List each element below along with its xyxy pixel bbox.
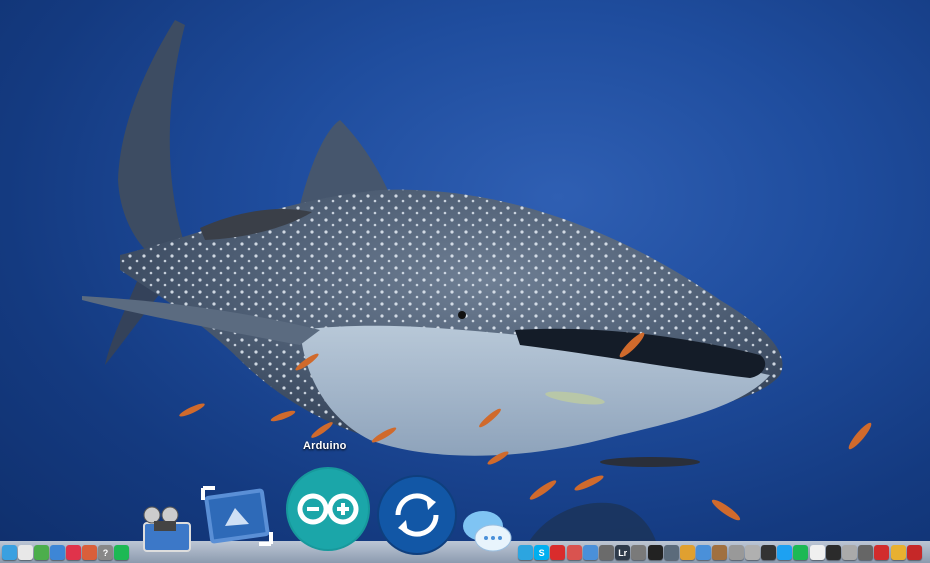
acrobat-icon[interactable]	[874, 545, 890, 560]
twitter-icon[interactable]	[777, 545, 793, 560]
app-icon-6[interactable]	[82, 545, 97, 560]
record-icon[interactable]	[550, 545, 566, 560]
arduino-icon[interactable]	[285, 466, 371, 552]
app-icon-r12[interactable]	[696, 545, 712, 560]
acrobat-icon-2[interactable]	[906, 545, 922, 560]
app-icon-r13[interactable]	[712, 545, 728, 560]
wifi-icon[interactable]	[761, 545, 776, 560]
app-icon-r4[interactable]	[566, 545, 582, 560]
app-icon-3[interactable]	[34, 545, 49, 560]
calendar-icon[interactable]	[18, 545, 33, 560]
app-icon-r11[interactable]	[680, 545, 695, 560]
notes-icon[interactable]	[809, 545, 825, 560]
app-icon-r15[interactable]	[744, 545, 760, 560]
photo-slideshow-icon[interactable]	[199, 484, 275, 548]
app-icon-r10[interactable]	[663, 545, 679, 560]
app-icon-r22[interactable]	[858, 545, 874, 560]
spotify-icon-2[interactable]	[793, 545, 809, 560]
telegram-icon[interactable]	[518, 545, 533, 560]
app-icon-r21[interactable]	[842, 545, 857, 560]
activity-monitor-icon[interactable]	[825, 545, 841, 560]
desktop-wallpaper	[0, 0, 930, 563]
app-icon-r8[interactable]	[631, 545, 647, 560]
app-icon-r5[interactable]	[582, 545, 598, 560]
app-icon-1[interactable]	[2, 545, 17, 560]
app-icon-r6[interactable]	[599, 545, 614, 560]
sync-icon[interactable]	[376, 474, 458, 556]
pocket-icon[interactable]	[66, 545, 81, 560]
movie-maker-icon[interactable]	[140, 505, 194, 555]
lightroom-icon[interactable]: Lr	[615, 545, 631, 560]
messages-icon[interactable]	[461, 508, 513, 554]
globe-icon[interactable]	[50, 545, 65, 560]
help-icon[interactable]: ?	[98, 545, 113, 560]
dock-tooltip: Arduino	[303, 440, 347, 452]
chrome-icon[interactable]	[890, 545, 906, 560]
spotify-icon[interactable]	[114, 545, 129, 560]
whale-shark-photo	[82, 20, 872, 563]
terminal-icon[interactable]	[647, 545, 663, 560]
skype-icon[interactable]: S	[534, 545, 550, 560]
app-icon-r14[interactable]	[728, 545, 744, 560]
